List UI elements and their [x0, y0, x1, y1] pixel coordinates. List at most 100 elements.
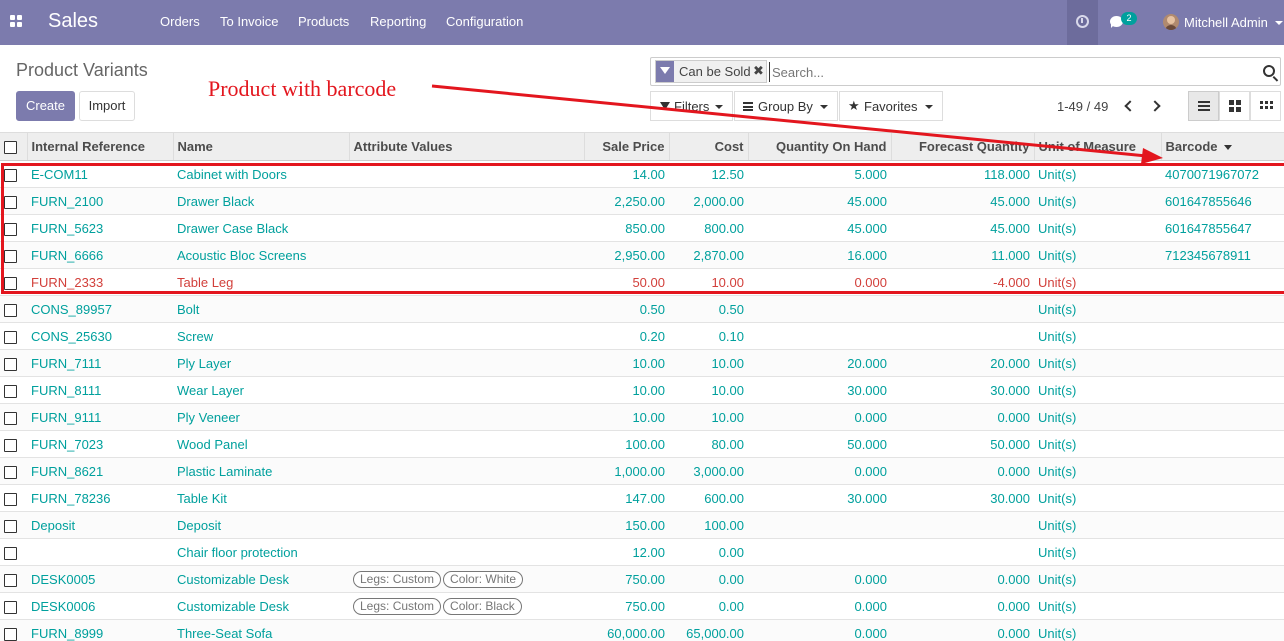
cell-quantity-on-hand[interactable]: 0.000: [748, 565, 891, 593]
cell-internal-reference[interactable]: FURN_7111: [27, 349, 173, 377]
cell-sale-price[interactable]: 12.00: [584, 538, 669, 566]
cell-internal-reference[interactable]: FURN_7023: [27, 430, 173, 458]
cell-forecast-quantity[interactable]: 20.000: [891, 349, 1034, 377]
row-select-cell[interactable]: [0, 538, 27, 566]
row-checkbox[interactable]: [4, 438, 17, 452]
cell-quantity-on-hand[interactable]: 30.000: [748, 376, 891, 404]
create-button[interactable]: Create: [16, 91, 75, 121]
cell-barcode[interactable]: [1161, 592, 1284, 620]
cell-attribute-values[interactable]: [349, 295, 584, 323]
row-checkbox[interactable]: [4, 195, 17, 209]
cell-quantity-on-hand[interactable]: [748, 295, 891, 323]
cell-cost[interactable]: 100.00: [669, 511, 748, 539]
cell-unit-of-measure[interactable]: Unit(s): [1034, 214, 1161, 242]
cell-internal-reference[interactable]: E-COM11: [27, 160, 173, 188]
cell-attribute-values[interactable]: [349, 268, 584, 296]
search-icon[interactable]: [1263, 65, 1275, 77]
cell-attribute-values[interactable]: [349, 430, 584, 458]
filter-facet[interactable]: Can be Sold ✖: [655, 60, 767, 83]
search-box[interactable]: Can be Sold ✖: [650, 57, 1281, 86]
cell-cost[interactable]: 10.00: [669, 376, 748, 404]
cell-internal-reference[interactable]: FURN_8999: [27, 619, 173, 641]
cell-name[interactable]: Wood Panel: [173, 430, 349, 458]
cell-cost[interactable]: 80.00: [669, 430, 748, 458]
cell-sale-price[interactable]: 0.20: [584, 322, 669, 350]
cell-forecast-quantity[interactable]: 30.000: [891, 376, 1034, 404]
row-select-cell[interactable]: [0, 214, 27, 242]
cell-name[interactable]: Wear Layer: [173, 376, 349, 404]
column-sale-price[interactable]: Sale Price: [584, 132, 670, 161]
row-select-cell[interactable]: [0, 403, 27, 431]
cell-barcode[interactable]: 712345678911: [1161, 241, 1284, 269]
table-row[interactable]: CONS_89957 Bolt 0.50 0.50 Unit(s): [0, 295, 1284, 323]
table-row[interactable]: FURN_9111 Ply Veneer 10.00 10.00 0.000 0.000 U…: [0, 403, 1284, 431]
table-row[interactable]: Chair floor protection 12.00 0.00 Unit(s): [0, 538, 1284, 566]
column-cost[interactable]: Cost: [669, 132, 749, 161]
cell-unit-of-measure[interactable]: Unit(s): [1034, 565, 1161, 593]
row-checkbox[interactable]: [4, 546, 17, 560]
cell-sale-price[interactable]: 10.00: [584, 403, 669, 431]
table-row[interactable]: FURN_78236 Table Kit 147.00 600.00 30.000 30.…: [0, 484, 1284, 512]
cell-name[interactable]: Drawer Case Black: [173, 214, 349, 242]
cell-sale-price[interactable]: 147.00: [584, 484, 669, 512]
row-checkbox[interactable]: [4, 492, 17, 506]
row-checkbox[interactable]: [4, 222, 17, 236]
cell-forecast-quantity[interactable]: 0.000: [891, 403, 1034, 431]
column-attribute-values[interactable]: Attribute Values: [349, 132, 585, 161]
cell-quantity-on-hand[interactable]: 20.000: [748, 349, 891, 377]
cell-attribute-values[interactable]: [349, 349, 584, 377]
cell-forecast-quantity[interactable]: 118.000: [891, 160, 1034, 188]
cell-sale-price[interactable]: 14.00: [584, 160, 669, 188]
cell-cost[interactable]: 0.00: [669, 538, 748, 566]
cell-unit-of-measure[interactable]: Unit(s): [1034, 160, 1161, 188]
menu-products[interactable]: Products: [298, 14, 349, 29]
cell-cost[interactable]: 12.50: [669, 160, 748, 188]
row-checkbox[interactable]: [4, 303, 17, 317]
kanban-view-button[interactable]: [1219, 91, 1250, 121]
table-row[interactable]: DESK0006 Customizable Desk Legs: Custom Col…: [0, 592, 1284, 620]
activity-button[interactable]: [1067, 0, 1098, 45]
cell-unit-of-measure[interactable]: Unit(s): [1034, 538, 1161, 566]
cell-forecast-quantity[interactable]: 0.000: [891, 592, 1034, 620]
row-select-cell[interactable]: [0, 241, 27, 269]
column-unit-of-measure[interactable]: Unit of Measure: [1034, 132, 1162, 161]
cell-name[interactable]: Screw: [173, 322, 349, 350]
cell-unit-of-measure[interactable]: Unit(s): [1034, 484, 1161, 512]
cell-sale-price[interactable]: 100.00: [584, 430, 669, 458]
cell-barcode[interactable]: [1161, 538, 1284, 566]
menu-to-invoice[interactable]: To Invoice: [220, 14, 279, 29]
cell-name[interactable]: Chair floor protection: [173, 538, 349, 566]
cell-quantity-on-hand[interactable]: 45.000: [748, 187, 891, 215]
cell-name[interactable]: Cabinet with Doors: [173, 160, 349, 188]
import-button[interactable]: Import: [79, 91, 135, 121]
cell-unit-of-measure[interactable]: Unit(s): [1034, 403, 1161, 431]
cell-unit-of-measure[interactable]: Unit(s): [1034, 295, 1161, 323]
cell-forecast-quantity[interactable]: [891, 322, 1034, 350]
table-row[interactable]: FURN_2333 Table Leg 50.00 10.00 0.000 -4.000 U…: [0, 268, 1284, 296]
column-internal-reference[interactable]: Internal Reference: [27, 132, 174, 161]
cell-attribute-values[interactable]: [349, 511, 584, 539]
cell-cost[interactable]: 2,870.00: [669, 241, 748, 269]
menu-reporting[interactable]: Reporting: [370, 14, 426, 29]
cell-cost[interactable]: 600.00: [669, 484, 748, 512]
cell-sale-price[interactable]: 1,000.00: [584, 457, 669, 485]
cell-attribute-values[interactable]: [349, 457, 584, 485]
pager-next-icon[interactable]: [1149, 100, 1161, 112]
row-checkbox[interactable]: [4, 330, 17, 344]
cell-forecast-quantity[interactable]: 30.000: [891, 484, 1034, 512]
cell-internal-reference[interactable]: Deposit: [27, 511, 173, 539]
cell-barcode[interactable]: [1161, 511, 1284, 539]
column-barcode[interactable]: Barcode: [1161, 132, 1284, 161]
cell-barcode[interactable]: [1161, 430, 1284, 458]
table-row[interactable]: CONS_25630 Screw 0.20 0.10 Unit(s): [0, 322, 1284, 350]
cell-barcode[interactable]: [1161, 349, 1284, 377]
remove-facet-icon[interactable]: ✖: [753, 63, 764, 79]
cell-cost[interactable]: 0.10: [669, 322, 748, 350]
cell-forecast-quantity[interactable]: [891, 538, 1034, 566]
cell-internal-reference[interactable]: DESK0005: [27, 565, 173, 593]
cell-cost[interactable]: 10.00: [669, 403, 748, 431]
cell-unit-of-measure[interactable]: Unit(s): [1034, 511, 1161, 539]
cell-barcode[interactable]: [1161, 268, 1284, 296]
cell-forecast-quantity[interactable]: 0.000: [891, 565, 1034, 593]
cell-unit-of-measure[interactable]: Unit(s): [1034, 376, 1161, 404]
